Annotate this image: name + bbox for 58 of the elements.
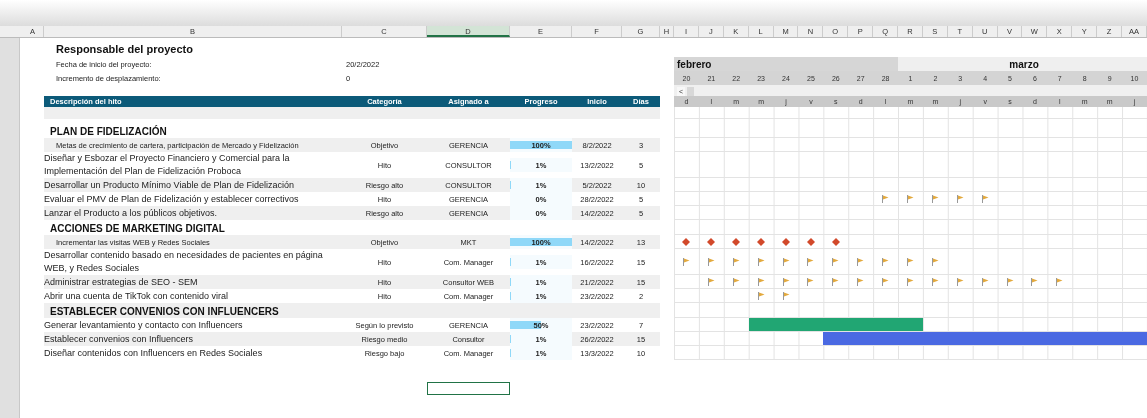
flag-icon [931,257,939,266]
flag-icon [757,277,765,286]
task-description: Diseñar contenidos con Influencers en Redes Sociales [44,346,263,360]
flag-icon [707,277,715,286]
task-description: Abrir una cuenta de TikTok con contenido viral [44,289,229,303]
flag-icon [757,257,765,266]
diamond-icon [831,237,840,246]
flag-icon [1006,277,1014,286]
task-description: Establecer convenios con Influencers [44,332,194,346]
flag-icon [956,277,964,286]
flag-icon [782,291,790,300]
flag-icon [981,194,989,203]
flag-icon [832,277,840,286]
flag-icon [782,257,790,266]
flag-icon [857,277,865,286]
task-description: Diseñar y Esbozar el Proyecto Financiero y Comercial para la Implementación del Plan de Fidelización Proboca [44,152,291,178]
flag-icon [907,257,914,266]
month-label: febrero [674,57,899,71]
task-description: Evaluar el PMV de Plan de Fidelización y establecer correctivos [44,192,299,206]
flag-icon [931,194,939,203]
diamond-icon [732,237,741,246]
diamond-icon [757,237,766,246]
flag-icon [1056,277,1064,286]
flag-icon [807,257,815,266]
flag-icon [782,277,790,286]
flag-icon [682,257,690,266]
flag-icon [732,257,740,266]
task-description: Administrar estrategias de SEO - SEM [44,275,198,289]
flag-icon [882,257,890,266]
flag-icon [857,257,865,266]
diamond-icon [682,237,691,246]
task-description: Desarrollar un Producto Mínimo Viable de Plan de Fidelización [44,178,294,192]
section-title: ACCIONES DE MARKETING DIGITAL [49,223,225,234]
flag-icon [907,277,914,286]
section-title: ESTABLECER CONVENIOS CON INFLUENCERS [49,306,279,317]
flag-icon [757,291,765,300]
diamond-icon [806,237,815,246]
task-description: Lanzar el Producto a los públicos objetivos. [44,206,218,220]
flag-icon [832,257,840,266]
flag-icon [931,277,939,286]
flag-icon [732,277,740,286]
flag-icon [907,194,914,203]
flag-icon [956,194,964,203]
flag-icon [707,257,715,266]
flag-icon [882,277,890,286]
flag-icon [1031,277,1039,286]
flag-icon [882,194,890,203]
task-description: Generar levantamiento y contacto con Influencers [44,318,243,332]
selected-cell[interactable] [427,382,510,395]
diamond-icon [707,237,716,246]
flag-icon [807,277,815,286]
row-header-strip[interactable] [0,38,20,418]
section-title: PLAN DE FIDELIZACIÓN [49,126,167,137]
task-description: Desarrollar contenido basado en necesidades de pacientes en página WEB, y Redes Sociales [44,249,324,275]
diamond-icon [782,237,790,246]
scroll-thumb[interactable] [687,87,695,96]
flag-icon [981,277,989,286]
project-title: Responsable del proyecto [55,43,193,55]
